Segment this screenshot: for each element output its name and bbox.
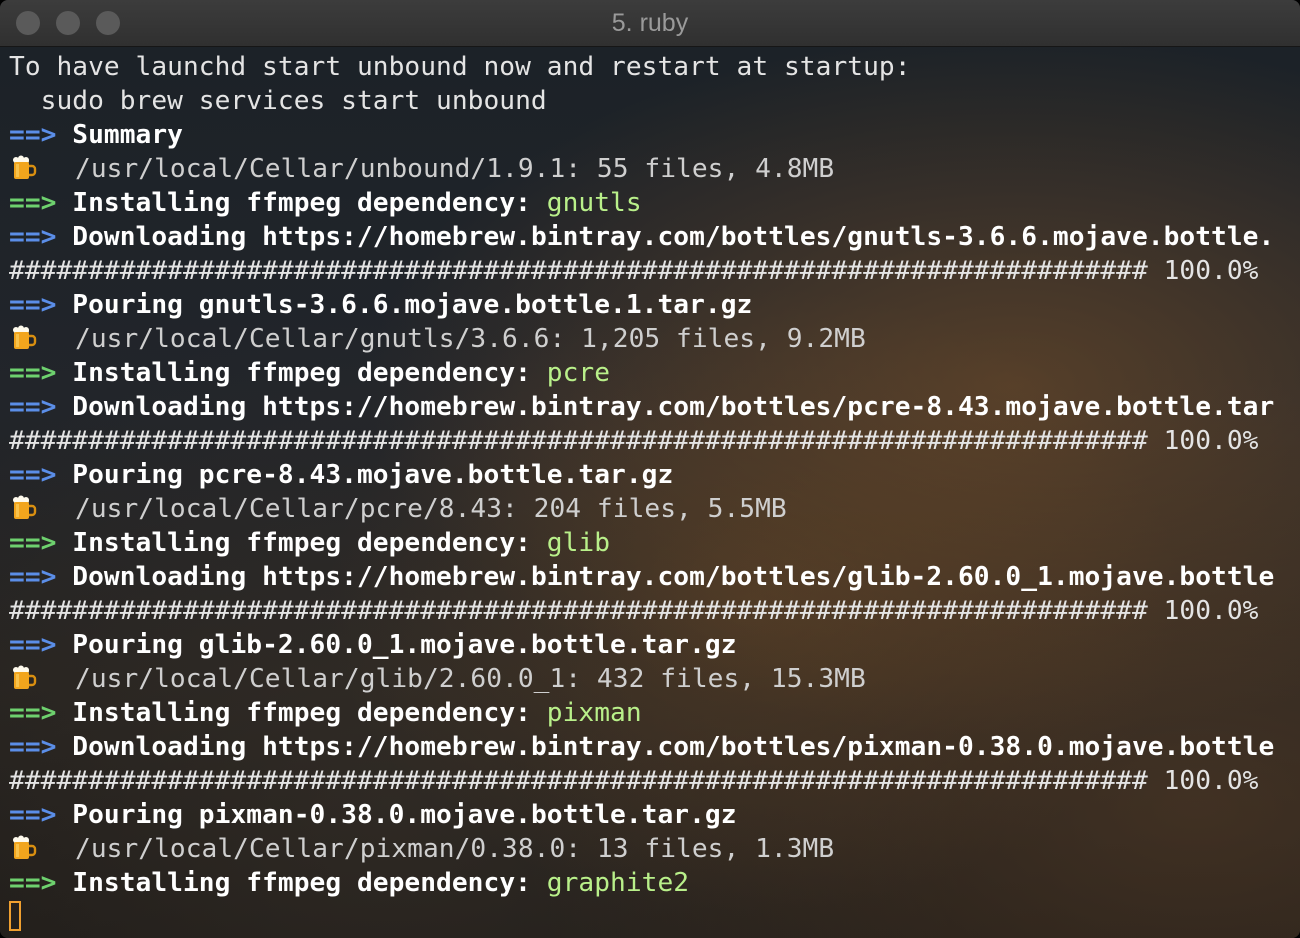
terminal-line: ==> Downloading https://homebrew.bintray… xyxy=(9,730,1274,764)
terminal-line: ########################################… xyxy=(9,764,1274,798)
terminal-line: ==> Pouring gnutls-3.6.6.mojave.bottle.1… xyxy=(9,288,1274,322)
window-title: 5. ruby xyxy=(611,9,689,37)
terminal-line: ==> Installing ffmpeg dependency: pcre xyxy=(9,356,1274,390)
arrow-prompt: ==> xyxy=(9,732,57,762)
terminal-line: ==> Installing ffmpeg dependency: glib xyxy=(9,526,1274,560)
beer-mug-icon xyxy=(11,155,37,181)
terminal-line: ########################################… xyxy=(9,424,1274,458)
step-text: Pouring pixman-0.38.0.mojave.bottle.tar.… xyxy=(72,800,737,830)
terminal-line: /usr/local/Cellar/pcre/8.43: 204 files, … xyxy=(9,492,1274,526)
step-text: Installing ffmpeg dependency: xyxy=(72,698,547,728)
beer-mug-icon xyxy=(11,495,37,521)
arrow-prompt: ==> xyxy=(9,528,57,558)
terminal-line: ########################################… xyxy=(9,594,1274,628)
terminal-line: To have launchd start unbound now and re… xyxy=(9,50,1274,84)
package-name: glib xyxy=(546,528,611,558)
beer-mug-icon xyxy=(11,665,37,691)
package-name: pcre xyxy=(546,358,611,388)
arrow-prompt: ==> xyxy=(9,222,57,252)
terminal-line xyxy=(9,900,1274,934)
terminal-line: ==> Installing ffmpeg dependency: pixman xyxy=(9,696,1274,730)
terminal-line: ==> Summary xyxy=(9,118,1274,152)
step-text: Downloading https://homebrew.bintray.com… xyxy=(72,732,1275,762)
package-name: graphite2 xyxy=(546,868,690,898)
progress-bar-text: ########################################… xyxy=(9,256,1259,286)
title-bar[interactable]: 5. ruby xyxy=(0,0,1300,47)
terminal-lines: To have launchd start unbound now and re… xyxy=(9,50,1274,934)
beer-mug-icon xyxy=(11,325,37,351)
arrow-prompt: ==> xyxy=(9,460,57,490)
step-text: Installing ffmpeg dependency: xyxy=(72,188,547,218)
arrow-prompt: ==> xyxy=(9,630,57,660)
install-summary-text: /usr/local/Cellar/glib/2.60.0_1: 432 fil… xyxy=(75,664,866,694)
install-summary-text: /usr/local/Cellar/pixman/0.38.0: 13 file… xyxy=(75,834,835,864)
arrow-prompt: ==> xyxy=(9,392,57,422)
arrow-prompt: ==> xyxy=(9,562,57,592)
step-text: Downloading https://homebrew.bintray.com… xyxy=(72,392,1275,422)
terminal-line: ==> Installing ffmpeg dependency: gnutls xyxy=(9,186,1274,220)
terminal-line: ########################################… xyxy=(9,254,1274,288)
step-text: Installing ffmpeg dependency: xyxy=(72,358,547,388)
progress-bar-text: ########################################… xyxy=(9,766,1259,796)
step-text: Summary xyxy=(72,120,183,150)
progress-bar-text: ########################################… xyxy=(9,426,1259,456)
terminal-line: ==> Pouring pcre-8.43.mojave.bottle.tar.… xyxy=(9,458,1274,492)
step-text: Installing ffmpeg dependency: xyxy=(72,528,547,558)
terminal-line: /usr/local/Cellar/unbound/1.9.1: 55 file… xyxy=(9,152,1274,186)
terminal-line: /usr/local/Cellar/glib/2.60.0_1: 432 fil… xyxy=(9,662,1274,696)
terminal-window: 5. ruby To have launchd start unbound no… xyxy=(0,0,1300,938)
text-cursor xyxy=(9,901,21,931)
terminal-output[interactable]: To have launchd start unbound now and re… xyxy=(0,47,1300,938)
beer-mug-icon xyxy=(11,835,37,861)
arrow-prompt: ==> xyxy=(9,358,57,388)
terminal-line: ==> Downloading https://homebrew.bintray… xyxy=(9,390,1274,424)
output-text: To have launchd start unbound now and re… xyxy=(9,52,911,82)
step-text: Downloading https://homebrew.bintray.com… xyxy=(72,562,1275,592)
arrow-prompt: ==> xyxy=(9,120,57,150)
terminal-line: ==> Downloading https://homebrew.bintray… xyxy=(9,560,1274,594)
package-name: pixman xyxy=(546,698,642,728)
terminal-line: sudo brew services start unbound xyxy=(9,84,1274,118)
terminal-line: ==> Downloading https://homebrew.bintray… xyxy=(9,220,1274,254)
terminal-line: /usr/local/Cellar/pixman/0.38.0: 13 file… xyxy=(9,832,1274,866)
package-name: gnutls xyxy=(546,188,642,218)
terminal-line: ==> Installing ffmpeg dependency: graphi… xyxy=(9,866,1274,900)
step-text: Pouring glib-2.60.0_1.mojave.bottle.tar.… xyxy=(72,630,737,660)
step-text: Pouring pcre-8.43.mojave.bottle.tar.gz xyxy=(72,460,674,490)
terminal-line: /usr/local/Cellar/gnutls/3.6.6: 1,205 fi… xyxy=(9,322,1274,356)
terminal-line: ==> Pouring glib-2.60.0_1.mojave.bottle.… xyxy=(9,628,1274,662)
arrow-prompt: ==> xyxy=(9,800,57,830)
step-text: Installing ffmpeg dependency: xyxy=(72,868,547,898)
arrow-prompt: ==> xyxy=(9,868,57,898)
install-summary-text: /usr/local/Cellar/pcre/8.43: 204 files, … xyxy=(75,494,787,524)
step-text: Pouring gnutls-3.6.6.mojave.bottle.1.tar… xyxy=(72,290,753,320)
install-summary-text: /usr/local/Cellar/unbound/1.9.1: 55 file… xyxy=(75,154,835,184)
terminal-line: ==> Pouring pixman-0.38.0.mojave.bottle.… xyxy=(9,798,1274,832)
progress-bar-text: ########################################… xyxy=(9,596,1259,626)
arrow-prompt: ==> xyxy=(9,698,57,728)
output-text: sudo brew services start unbound xyxy=(9,86,547,116)
arrow-prompt: ==> xyxy=(9,188,57,218)
arrow-prompt: ==> xyxy=(9,290,57,320)
install-summary-text: /usr/local/Cellar/gnutls/3.6.6: 1,205 fi… xyxy=(75,324,866,354)
step-text: Downloading https://homebrew.bintray.com… xyxy=(72,222,1275,252)
